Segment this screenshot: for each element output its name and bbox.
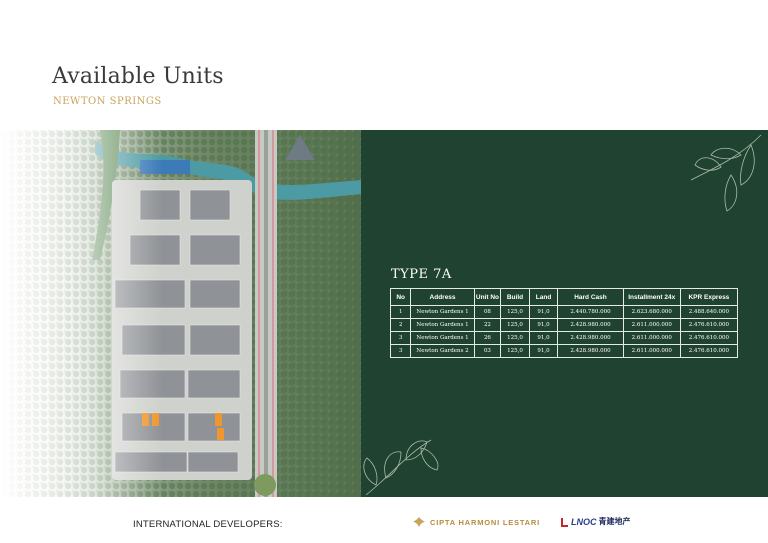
table-cell: 125,0 <box>500 344 530 358</box>
column-header: Land <box>528 288 559 306</box>
table-cell: 2.611.000.000 <box>622 344 681 358</box>
column-header: No <box>389 288 412 306</box>
table-cell: 03 <box>473 344 502 358</box>
table-cell: 26 <box>473 331 502 345</box>
table-cell: Newton Gardens 1 <box>410 318 475 332</box>
leaf-decoration-icon <box>690 134 762 212</box>
unit-type-title: TYPE 7A <box>391 267 452 282</box>
table-cell: 2.611.000.000 <box>622 318 681 332</box>
table-header-row: No Address Unit No Build Land Hard Cash … <box>389 288 739 306</box>
cipta-harmoni-logo-text: CIPTA HARMONI LESTARI <box>430 517 540 527</box>
table-cell: 2.611.000.000 <box>622 331 681 345</box>
cipta-harmoni-logo-icon <box>413 517 425 527</box>
table-cell: 91,0 <box>528 305 559 319</box>
table-cell: 91,0 <box>528 318 559 332</box>
table-cell: Newton Gardens 1 <box>410 331 475 345</box>
column-header: Unit No <box>473 288 502 306</box>
table-cell: Newton Gardens 2 <box>410 344 475 358</box>
site-plan-image <box>0 130 361 497</box>
lnoc-logo-chinese: 青建地产 <box>598 517 631 526</box>
table-cell: 125,0 <box>500 305 530 319</box>
table-cell: 91,0 <box>528 331 559 345</box>
table-cell: 3 <box>389 331 412 345</box>
table-cell: 125,0 <box>500 318 530 332</box>
table-cell: 2.623.680.000 <box>622 305 681 319</box>
table-cell: 3 <box>389 344 412 358</box>
table-cell: 91,0 <box>528 344 559 358</box>
table-row: 2 Newton Gardens 1 22 125,0 91,0 2.428.9… <box>389 318 739 332</box>
cipta-harmoni-logo: CIPTA HARMONI LESTARI <box>412 516 540 528</box>
table-cell: 2.440.780.000 <box>557 305 624 319</box>
page-title: Available Units <box>52 64 224 89</box>
column-header: Installment 24x <box>622 288 681 306</box>
column-header: KPR Express <box>679 288 739 306</box>
table-cell: 1 <box>389 305 412 319</box>
column-header: Build <box>500 288 530 306</box>
table-row: 1 Newton Gardens 1 08 125,0 91,0 2.440.7… <box>389 305 739 319</box>
table-cell: 22 <box>473 318 502 332</box>
table-cell: 2.476.610.000 <box>679 318 739 332</box>
column-header: Hard Cash <box>557 288 624 306</box>
units-table: No Address Unit No Build Land Hard Cash … <box>389 288 739 358</box>
table-cell: 2.428.980.000 <box>557 331 624 345</box>
table-cell: 2.476.610.000 <box>679 331 739 345</box>
column-header: Address <box>410 288 475 306</box>
table-cell: 125,0 <box>500 331 530 345</box>
lnoc-logo-icon <box>561 517 568 527</box>
table-cell: 2.428.980.000 <box>557 344 624 358</box>
table-cell: Newton Gardens 1 <box>410 305 475 319</box>
developers-label: INTERNATIONAL DEVELOPERS: <box>133 519 283 530</box>
table-row: 3 Newton Gardens 2 03 125,0 91,0 2.428.9… <box>389 344 739 358</box>
table-row: 3 Newton Gardens 1 26 125,0 91,0 2.428.9… <box>389 331 739 345</box>
table-cell: 08 <box>473 305 502 319</box>
table-cell: 2.476.610.000 <box>679 344 739 358</box>
page-subtitle: NEWTON SPRINGS <box>53 96 162 107</box>
table-cell: 2.488.640.000 <box>679 305 739 319</box>
lnoc-logo-text: LNOC <box>571 516 597 527</box>
leaf-decoration-icon <box>363 439 439 496</box>
table-cell: 2 <box>389 318 412 332</box>
lnoc-logo: LNOC 青建地产 <box>561 516 631 527</box>
table-cell: 2.428.980.000 <box>557 318 624 332</box>
